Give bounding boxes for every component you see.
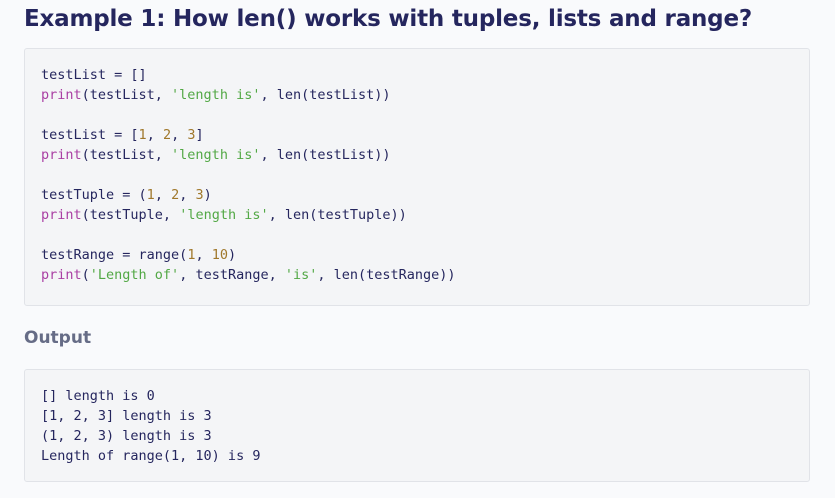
code-text: , <box>146 127 163 143</box>
code-function: print <box>41 147 82 163</box>
page-title: Example 1: How len() works with tuples, … <box>24 6 752 32</box>
code-line: testList = [1, 2, 3] <box>41 125 793 145</box>
code-text: (testTuple, <box>81 207 180 223</box>
code-text: testList = [ <box>41 127 139 143</box>
code-text: , len(testList)) <box>260 87 391 103</box>
code-string: 'Length of' <box>89 267 180 283</box>
code-string: 'is' <box>284 267 318 283</box>
code-text: , <box>171 127 188 143</box>
code-number: 2 <box>162 127 172 143</box>
code-line: print(testList, 'length is', len(testLis… <box>41 85 793 105</box>
code-line: testList = [] <box>41 65 793 85</box>
code-number: 1 <box>138 127 147 143</box>
output-block[interactable]: [] length is 0 [1, 2, 3] length is 3 (1,… <box>24 369 810 482</box>
code-line: print('Length of', testRange, 'is', len(… <box>41 265 793 285</box>
code-text: testRange = range( <box>41 247 188 263</box>
output-line: (1, 2, 3) length is 3 <box>41 428 212 444</box>
code-line: print(testTuple, 'length is', len(testTu… <box>41 205 793 225</box>
code-text: (testList, <box>81 87 172 103</box>
code-text: testTuple = ( <box>41 187 147 203</box>
output-line: Length of range(1, 10) is 9 <box>41 448 261 464</box>
output-line: [1, 2, 3] length is 3 <box>41 408 212 424</box>
code-function: print <box>41 87 82 103</box>
code-number: 3 <box>187 127 196 143</box>
code-text: , len(testRange)) <box>317 267 456 283</box>
code-text: , len(testList)) <box>260 147 391 163</box>
code-text: ( <box>81 267 90 283</box>
code-number: 3 <box>195 187 204 203</box>
code-text: , <box>195 247 212 263</box>
code-string: 'length is' <box>171 147 261 163</box>
code-function: print <box>41 207 82 223</box>
code-text: , <box>179 187 196 203</box>
code-number: 2 <box>171 187 180 203</box>
code-line: testRange = range(1, 10) <box>41 245 793 265</box>
code-text: , <box>154 187 172 203</box>
code-string: 'length is' <box>171 87 261 103</box>
code-text: (testList, <box>81 147 172 163</box>
code-text: ] <box>195 127 204 143</box>
code-function: print <box>41 267 82 283</box>
output-line: [] length is 0 <box>41 388 155 404</box>
code-line: testTuple = (1, 2, 3) <box>41 185 793 205</box>
code-number: 10 <box>211 247 228 263</box>
code-text: , len(testTuple)) <box>268 207 407 223</box>
code-line: print(testList, 'length is', len(testLis… <box>41 145 793 165</box>
output-heading: Output <box>24 328 92 348</box>
code-text: testList = [] <box>41 67 147 83</box>
code-number: 1 <box>146 187 155 203</box>
code-block[interactable]: testList = [] print(testList, 'length is… <box>24 48 810 306</box>
code-text: ) <box>227 247 237 263</box>
code-text: ) <box>203 187 212 203</box>
code-string: 'length is' <box>179 207 269 223</box>
code-text: , testRange, <box>179 267 285 283</box>
